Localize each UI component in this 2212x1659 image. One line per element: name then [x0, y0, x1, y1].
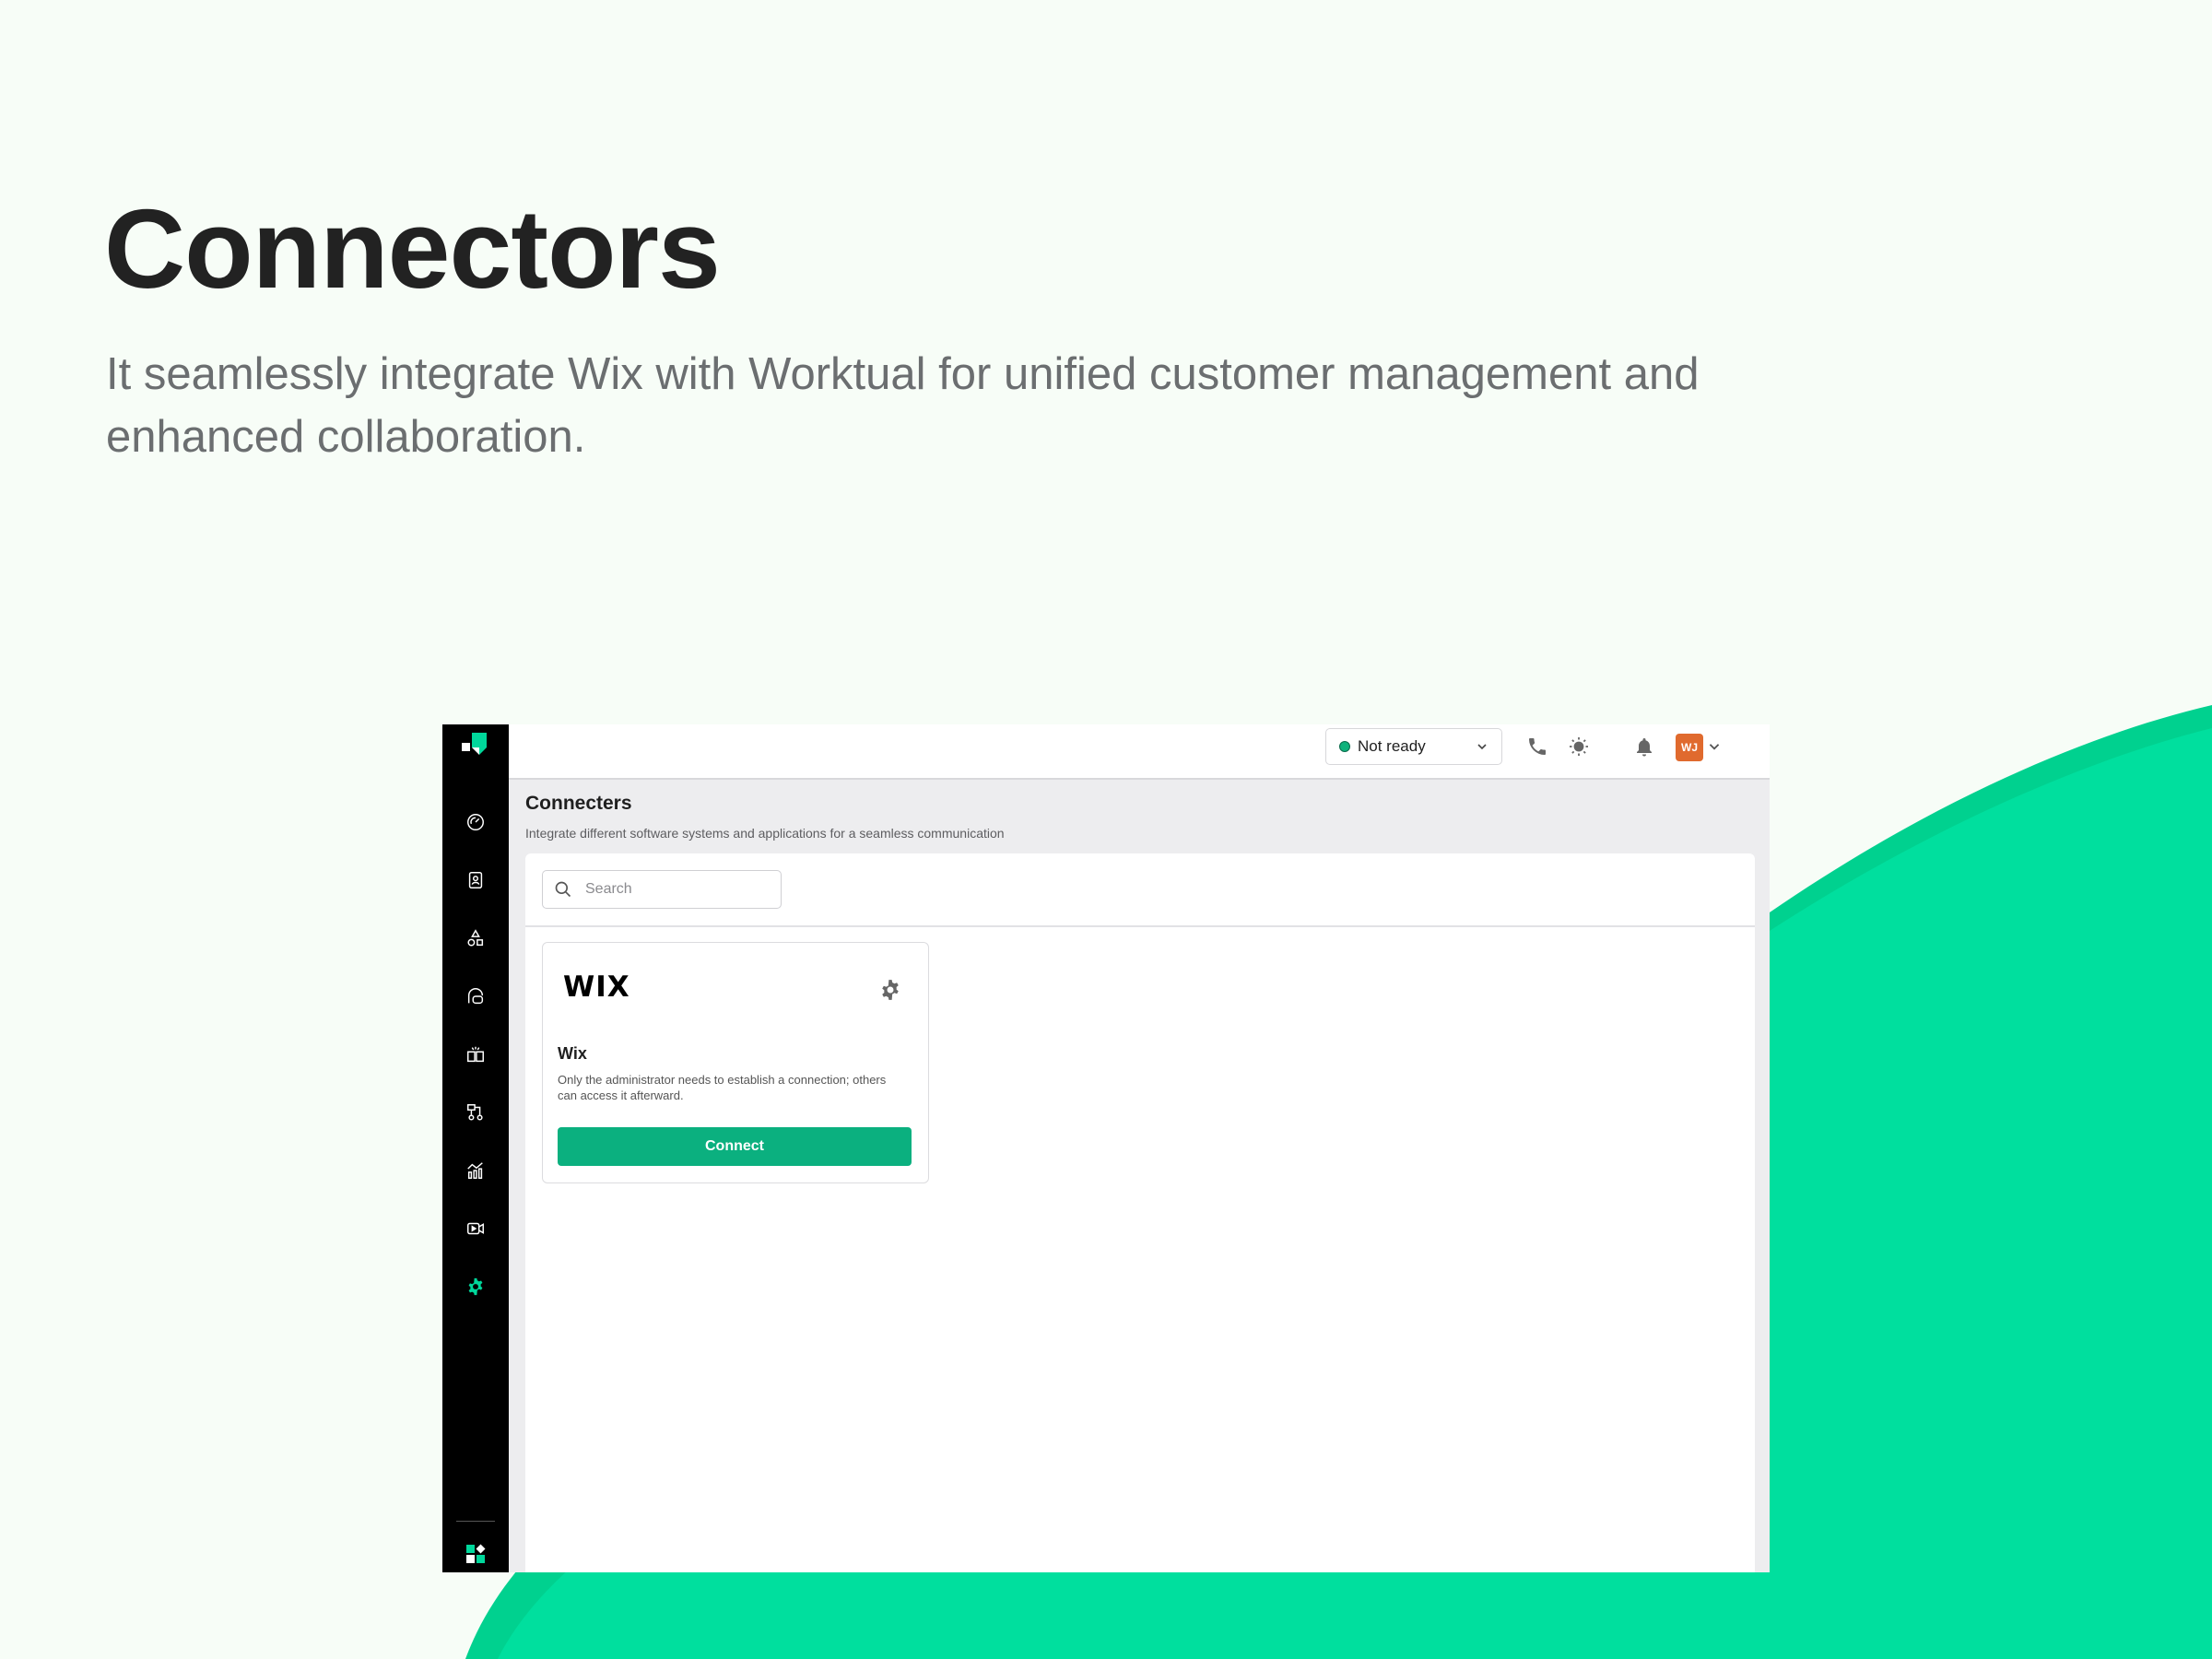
hero-title: Connectors	[104, 186, 721, 312]
page-title: Connecters	[525, 793, 632, 814]
status-label: Not ready	[1358, 737, 1426, 755]
chat-bubble-icon[interactable]	[465, 985, 487, 1007]
worktual-logo-icon[interactable]	[461, 730, 490, 759]
status-indicator	[1339, 741, 1350, 752]
gear-icon[interactable]	[878, 978, 902, 1002]
panel-divider	[525, 925, 1755, 927]
video-camera-icon[interactable]	[465, 1218, 487, 1240]
search-icon	[555, 881, 571, 898]
shapes-icon[interactable]	[465, 927, 487, 949]
connector-description: Only the administrator needs to establis…	[558, 1073, 887, 1102]
apps-grid-icon[interactable]	[465, 1543, 487, 1565]
settings-gear-icon[interactable]	[465, 1276, 487, 1298]
sidebar	[442, 724, 509, 1572]
chevron-down-icon	[1477, 744, 1487, 750]
analytics-chart-icon[interactable]	[465, 1159, 487, 1182]
connector-card-wix: WIX Wix Only the administrator needs to …	[542, 942, 929, 1183]
bell-icon[interactable]	[1633, 735, 1655, 758]
page-description: Integrate different software systems and…	[525, 826, 1005, 841]
connector-name: Wix	[558, 1044, 587, 1063]
search-input[interactable]	[583, 880, 762, 899]
chevron-down-icon[interactable]	[1707, 739, 1722, 754]
wix-logo: WIX	[563, 971, 630, 1004]
dashboard-gauge-icon[interactable]	[465, 811, 487, 833]
brightness-icon[interactable]	[1568, 735, 1590, 758]
knowledge-book-icon[interactable]	[465, 1043, 487, 1065]
search-box[interactable]	[542, 870, 782, 909]
connectors-panel: WIX Wix Only the administrator needs to …	[525, 853, 1755, 1572]
connect-button[interactable]: Connect	[558, 1127, 912, 1166]
app-window: Not ready WJ Connecters Integrate differ…	[442, 724, 1770, 1572]
hero-subtitle: It seamlessly integrate Wix with Worktua…	[106, 349, 1700, 462]
contacts-book-icon[interactable]	[465, 869, 487, 891]
top-bar: Not ready WJ	[509, 724, 1770, 780]
avatar[interactable]: WJ	[1676, 734, 1703, 761]
phone-icon[interactable]	[1526, 735, 1548, 758]
sidebar-divider	[456, 1521, 495, 1522]
workflow-icon[interactable]	[465, 1101, 487, 1124]
status-dropdown[interactable]: Not ready	[1325, 728, 1502, 765]
